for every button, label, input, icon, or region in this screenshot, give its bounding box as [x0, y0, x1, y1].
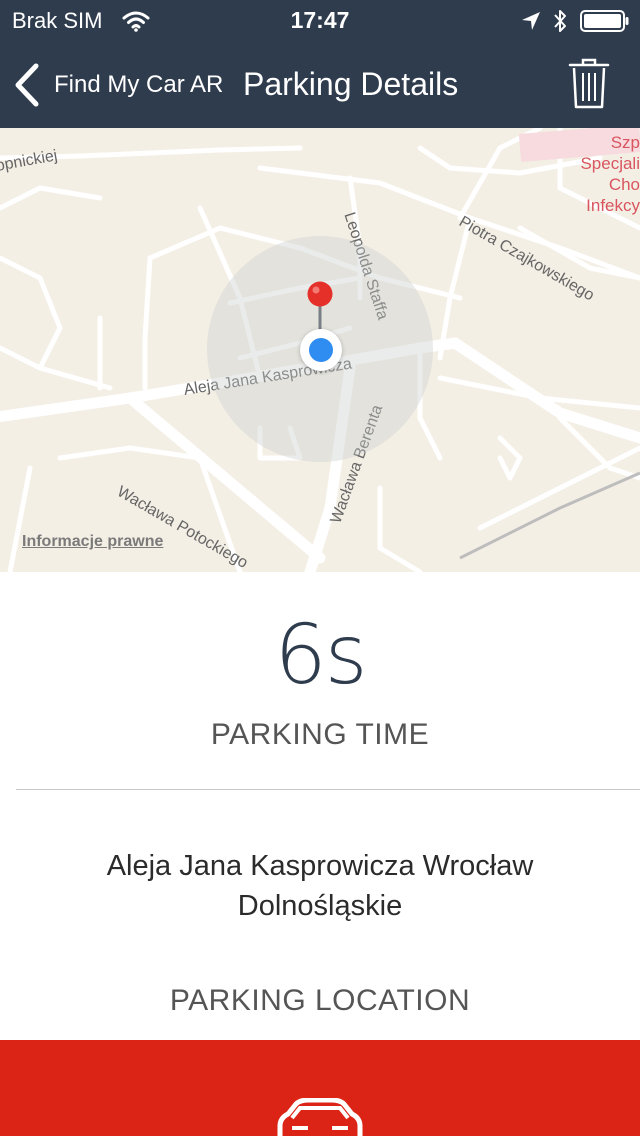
back-button-label: Find My Car AR	[54, 71, 224, 98]
bluetooth-icon	[554, 10, 566, 32]
find-car-button[interactable]	[0, 1040, 640, 1136]
parking-time-caption: PARKING TIME	[210, 718, 430, 751]
map-poi-label: Szp Specjali Cho Infekcy	[560, 132, 640, 216]
car-icon	[277, 1098, 363, 1136]
trash-icon[interactable]	[568, 56, 610, 110]
address-line-2: Dolnośląskie	[237, 890, 403, 922]
map-poi-line: Infekcy	[586, 196, 640, 215]
map-poi-line: Szp	[610, 133, 640, 152]
status-bar: Brak SIM 17:47	[0, 0, 640, 40]
user-location-dot	[300, 329, 342, 371]
map-poi-line: Specjali	[580, 154, 640, 173]
back-chevron-icon	[15, 63, 39, 107]
page-title: Parking Details	[243, 66, 459, 102]
status-time: 17:47	[290, 7, 350, 33]
parking-location-caption: PARKING LOCATION	[169, 984, 471, 1017]
parking-details-panel: 6s PARKING TIME Aleja Jana Kasprowicza W…	[0, 572, 640, 1040]
map-poi-line: Cho	[608, 175, 640, 194]
legal-info-link[interactable]: Informacje prawne	[22, 533, 163, 551]
address-line-1: Aleja Jana Kasprowicza Wrocław	[106, 850, 534, 882]
navigation-bar: Find My Car AR Parking Details	[0, 40, 640, 128]
battery-icon	[580, 10, 629, 32]
location-arrow-icon	[522, 12, 540, 30]
parking-address: Aleja Jana Kasprowicza Wrocław Dolnośląs…	[40, 846, 600, 926]
divider	[16, 789, 640, 790]
parking-map[interactable]: opnickiej Leopolda Staffa Piotra Czajkow…	[0, 128, 640, 572]
parking-duration-value: 6s	[274, 608, 368, 703]
back-button[interactable]: Find My Car AR	[12, 62, 223, 108]
